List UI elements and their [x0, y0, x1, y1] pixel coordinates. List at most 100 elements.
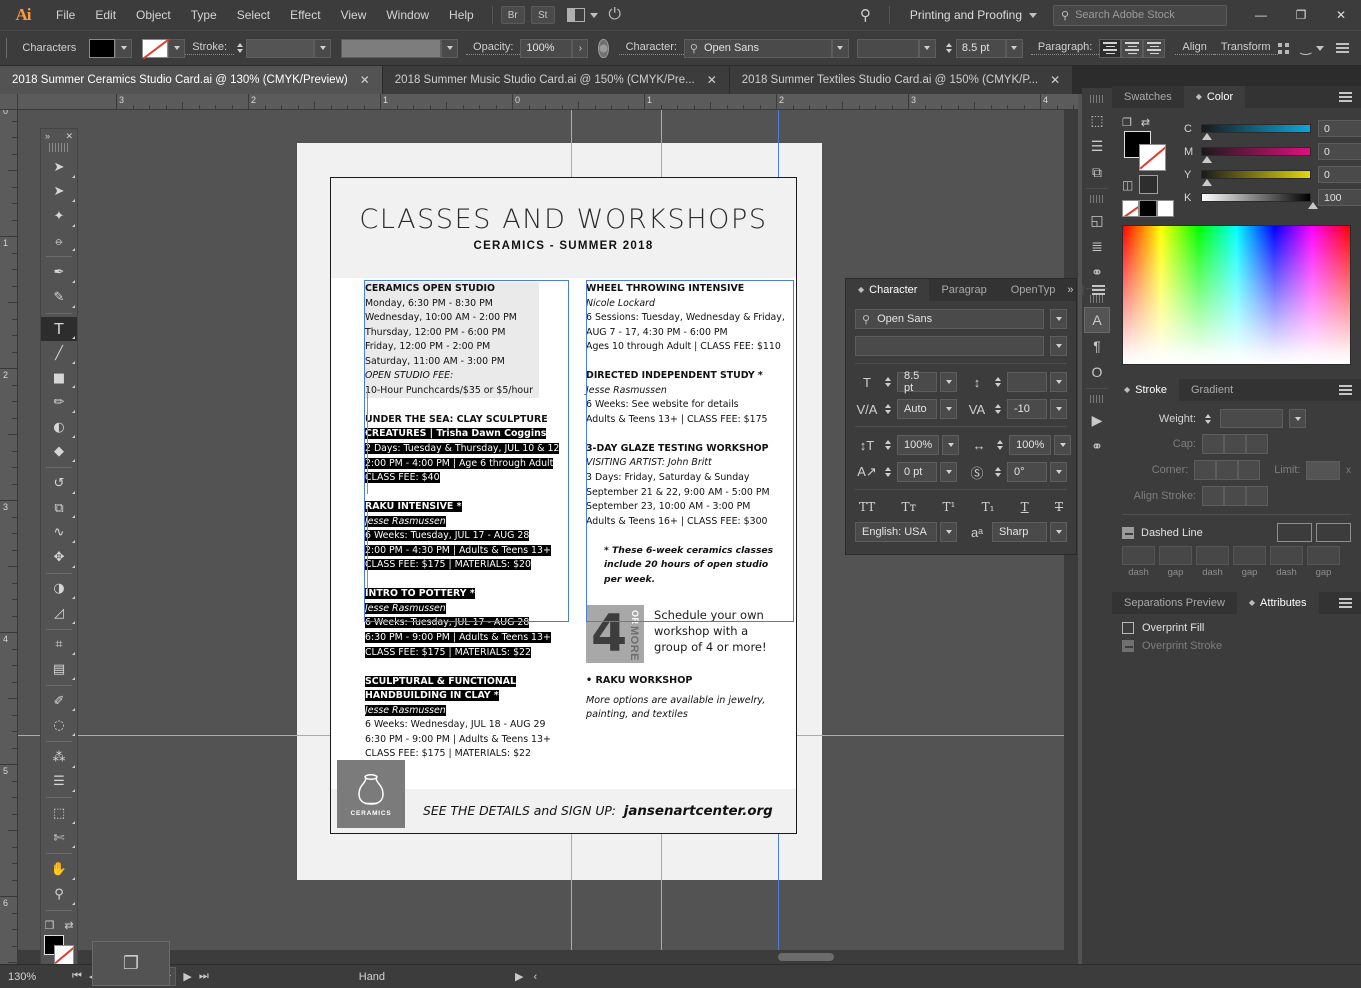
channel-slider[interactable] — [1201, 170, 1311, 186]
channel-value[interactable]: 0 — [1318, 120, 1361, 137]
color-panel-menu-icon[interactable] — [1339, 86, 1361, 108]
creative-cloud-icon[interactable]: ⏻ — [604, 5, 626, 25]
magic-wand-tool[interactable]: ✦ — [41, 204, 77, 229]
fill-stroke-proxy[interactable] — [1124, 131, 1166, 171]
fill-dropdown[interactable] — [115, 38, 133, 58]
dash-input[interactable] — [1270, 546, 1303, 565]
document-tab-ceramics[interactable]: 2018 Summer Ceramics Studio Card.ai @ 13… — [0, 66, 383, 94]
leading-dropdown[interactable] — [1050, 372, 1067, 392]
leading-stepper[interactable] — [992, 373, 1003, 392]
strikethrough-button[interactable]: T — [1055, 500, 1063, 514]
opacity-value[interactable]: 100% — [520, 38, 573, 58]
layers-icon[interactable]: ≣ — [1084, 233, 1110, 259]
font-size-field[interactable]: 8.5 pt — [955, 38, 1006, 58]
dash-input[interactable] — [1122, 546, 1155, 565]
stroke-dropdown[interactable] — [168, 38, 186, 58]
stroke-weight-stepper[interactable] — [234, 39, 245, 58]
tab-gradient[interactable]: Gradient — [1179, 379, 1245, 401]
column-graph-tool[interactable]: ☰ — [41, 770, 77, 795]
tracking-dropdown[interactable] — [1050, 399, 1067, 419]
gradient-tool[interactable]: ▤ — [41, 657, 77, 682]
zoom-level[interactable]: 130% — [0, 971, 50, 983]
stroke-panel-menu-icon[interactable] — [1339, 379, 1361, 401]
kerning-stepper[interactable] — [882, 400, 893, 419]
tab-stroke[interactable]: ◆ Stroke — [1112, 379, 1179, 401]
slider-thumb[interactable] — [1202, 179, 1212, 186]
anti-alias-field[interactable]: Sharp — [992, 522, 1047, 542]
tracking-field[interactable]: -10 — [1007, 399, 1047, 419]
kerning-dropdown[interactable] — [940, 399, 957, 419]
round-join-button[interactable] — [1216, 460, 1239, 480]
round-cap-button[interactable] — [1224, 434, 1246, 454]
channel-slider[interactable] — [1201, 147, 1311, 163]
font-style-dropdown[interactable] — [918, 38, 936, 58]
mesh-tool[interactable]: ⌗ — [41, 633, 77, 658]
collapse-icon[interactable]: » — [45, 131, 50, 141]
channel-slider[interactable] — [1201, 124, 1311, 140]
horizontal-scale-field[interactable]: 100% — [1009, 435, 1052, 455]
hand-tool[interactable]: ✋ — [41, 857, 77, 882]
last-artboard-button[interactable]: ⏭ — [199, 970, 209, 983]
close-button[interactable]: ✕ — [1321, 0, 1361, 30]
menu-effect[interactable]: Effect — [280, 0, 330, 30]
rotation-stepper[interactable] — [992, 463, 1003, 482]
rectangle-tool[interactable]: ■ — [41, 366, 77, 391]
channel-value[interactable]: 0 — [1318, 143, 1361, 160]
font-style-field[interactable] — [856, 38, 919, 58]
swap-colors-icon[interactable]: ⇄ — [64, 919, 73, 932]
symbol-sprayer-tool[interactable]: ⁂ — [41, 745, 77, 770]
align-left-button[interactable] — [1099, 38, 1122, 58]
align-center-button[interactable] — [1121, 38, 1144, 58]
dash-input[interactable] — [1196, 546, 1229, 565]
attributes-panel-menu-icon[interactable] — [1339, 592, 1361, 614]
workspace-switcher[interactable]: Printing and Proofing — [898, 8, 1049, 22]
tab-color[interactable]: ◆ Color — [1183, 86, 1246, 108]
align-center-stroke-button[interactable] — [1202, 486, 1224, 506]
menu-type[interactable]: Type — [181, 0, 227, 30]
artboard-tool[interactable]: ⬚ — [41, 801, 77, 826]
type-tool[interactable]: T — [41, 316, 77, 342]
slider-thumb[interactable] — [1202, 156, 1212, 163]
font-family-dropdown[interactable] — [1050, 309, 1067, 329]
dash-input[interactable] — [1307, 546, 1340, 565]
libraries-icon[interactable]: ⚭ — [1084, 433, 1110, 459]
horizontal-scrollbar[interactable] — [18, 950, 1078, 964]
close-icon[interactable]: ✕ — [360, 73, 370, 87]
channel-value[interactable]: 0 — [1318, 166, 1361, 183]
control-bar-menu-icon[interactable] — [1336, 43, 1349, 53]
document-tab-textiles[interactable]: 2018 Summer Textiles Studio Card.ai @ 15… — [729, 66, 1074, 94]
default-colors-icon[interactable]: ❐ — [1122, 116, 1132, 129]
underline-button[interactable]: T — [1021, 500, 1029, 514]
dash-align-corners-button[interactable] — [1316, 523, 1351, 542]
small-caps-button[interactable]: Tᴛ — [902, 500, 917, 514]
width-tool[interactable]: ∿ — [41, 520, 77, 545]
pen-tool[interactable]: ✒ — [41, 260, 77, 285]
bridge-button[interactable]: Br — [500, 6, 525, 24]
font-style-dropdown[interactable] — [1050, 336, 1067, 356]
eyedropper-tool[interactable]: ✐ — [41, 689, 77, 714]
menu-object[interactable]: Object — [126, 0, 181, 30]
channel-value[interactable]: 100 — [1318, 189, 1361, 206]
paragraph-icon[interactable]: ¶ — [1084, 333, 1110, 359]
pathfinder-icon[interactable]: ⧉ — [1084, 159, 1110, 185]
projecting-cap-button[interactable] — [1246, 434, 1268, 454]
actions-icon[interactable]: ▶ — [1084, 407, 1110, 433]
close-icon[interactable]: ✕ — [1050, 73, 1060, 87]
tracking-stepper[interactable] — [992, 400, 1003, 419]
limit-field[interactable] — [1306, 460, 1340, 480]
blend-tool[interactable]: ◌ — [41, 713, 77, 738]
white-swatch[interactable] — [1156, 200, 1174, 217]
stroke-swatch[interactable] — [1139, 144, 1166, 171]
vertical-scale-stepper[interactable] — [882, 436, 893, 455]
perspective-grid-tool[interactable]: ◿ — [41, 601, 77, 626]
recolor-artwork-button[interactable]: ‿ — [1301, 40, 1324, 56]
anti-alias-dropdown[interactable] — [1050, 522, 1067, 542]
menu-view[interactable]: View — [331, 0, 377, 30]
menu-edit[interactable]: Edit — [85, 0, 126, 30]
fill-stroke-proxy[interactable] — [44, 934, 74, 965]
weight-stepper[interactable] — [1202, 409, 1213, 428]
control-bar-grip[interactable] — [6, 38, 9, 58]
font-size-dropdown[interactable] — [1005, 38, 1023, 58]
font-family-field[interactable]: ⚲ Open Sans — [855, 309, 1044, 329]
scale-tool[interactable]: ⧉ — [41, 496, 77, 521]
